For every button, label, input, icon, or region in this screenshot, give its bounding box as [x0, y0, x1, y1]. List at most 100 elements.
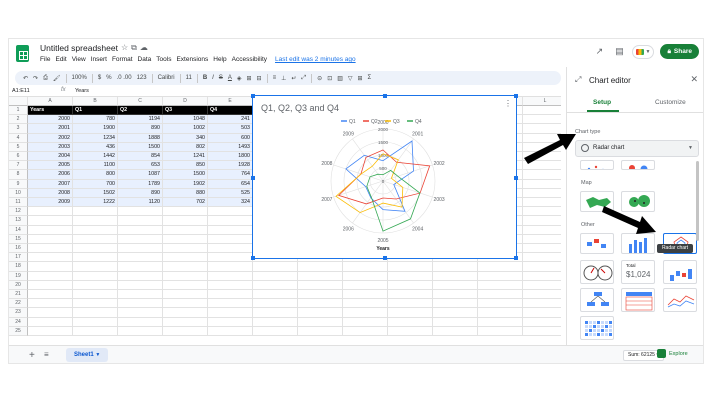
merge-icon[interactable]: ⊟: [257, 75, 262, 82]
empty-cell[interactable]: [118, 262, 163, 272]
empty-cell[interactable]: [388, 308, 433, 318]
empty-cell[interactable]: [28, 308, 73, 318]
empty-cell[interactable]: [28, 244, 73, 254]
table-cell[interactable]: 1928: [208, 161, 253, 171]
empty-cell[interactable]: [163, 271, 208, 281]
empty-cell[interactable]: [433, 317, 478, 327]
empty-cell[interactable]: [523, 106, 561, 116]
empty-cell[interactable]: [433, 299, 478, 309]
empty-cell[interactable]: [523, 170, 561, 180]
empty-cell[interactable]: [388, 271, 433, 281]
empty-cell[interactable]: [208, 290, 253, 300]
empty-cell[interactable]: [253, 317, 298, 327]
table-cell[interactable]: 1087: [118, 170, 163, 180]
empty-cell[interactable]: [118, 216, 163, 226]
empty-cell[interactable]: [478, 308, 523, 318]
close-icon[interactable]: ✕: [690, 74, 698, 85]
table-cell[interactable]: 2001: [28, 124, 73, 134]
table-cell[interactable]: 1789: [118, 179, 163, 189]
formula-input[interactable]: Years: [75, 88, 89, 94]
empty-cell[interactable]: [73, 225, 118, 235]
table-cell[interactable]: 890: [118, 188, 163, 198]
empty-cell[interactable]: [433, 290, 478, 300]
text-color-icon[interactable]: A: [228, 75, 232, 81]
empty-cell[interactable]: [28, 326, 73, 336]
column-header[interactable]: C: [118, 97, 163, 106]
empty-cell[interactable]: [28, 253, 73, 263]
table-cell[interactable]: 653: [118, 161, 163, 171]
resize-handle[interactable]: [514, 94, 518, 98]
chart-thumb-waterfall[interactable]: [663, 260, 697, 284]
empty-cell[interactable]: [298, 290, 343, 300]
empty-cell[interactable]: [388, 299, 433, 309]
font-size-select[interactable]: 11: [186, 75, 192, 81]
table-cell[interactable]: 1500: [163, 170, 208, 180]
row-header[interactable]: 8: [9, 170, 28, 180]
empty-cell[interactable]: [253, 262, 298, 272]
filter-icon[interactable]: ▽: [348, 75, 353, 82]
empty-cell[interactable]: [478, 262, 523, 272]
decimal-buttons[interactable]: .0 .00: [117, 75, 132, 81]
table-cell[interactable]: 503: [208, 124, 253, 134]
sheets-logo-icon[interactable]: [16, 45, 29, 62]
menu-help[interactable]: Help: [213, 56, 226, 63]
empty-cell[interactable]: [253, 290, 298, 300]
column-header[interactable]: E: [208, 97, 253, 106]
table-cell[interactable]: 1100: [73, 161, 118, 171]
menu-file[interactable]: File: [40, 56, 50, 63]
move-icon[interactable]: ⧉: [131, 43, 140, 52]
empty-cell[interactable]: [523, 115, 561, 125]
empty-cell[interactable]: [118, 290, 163, 300]
menu-format[interactable]: Format: [112, 56, 133, 63]
comment-icon[interactable]: ⊡: [327, 75, 332, 82]
row-header[interactable]: 21: [9, 290, 28, 300]
print-icon[interactable]: ⎙: [43, 75, 48, 82]
row-header[interactable]: 16: [9, 244, 28, 254]
paint-format-icon[interactable]: 🖌︎: [53, 75, 61, 82]
column-header[interactable]: A: [28, 97, 73, 106]
chart-thumb-bubble[interactable]: [621, 160, 655, 170]
views-icon[interactable]: ⊞: [358, 75, 363, 82]
row-header[interactable]: 18: [9, 262, 28, 272]
empty-cell[interactable]: [118, 271, 163, 281]
share-button[interactable]: 🔒︎ Share: [660, 44, 699, 59]
table-cell[interactable]: 1048: [163, 115, 208, 125]
row-header[interactable]: 6: [9, 152, 28, 162]
add-sheet-icon[interactable]: +: [29, 350, 35, 361]
table-cell[interactable]: 2006: [28, 170, 73, 180]
strikethrough-icon[interactable]: S: [219, 75, 223, 81]
chart-thumb-table[interactable]: [621, 288, 655, 312]
table-cell[interactable]: 324: [208, 198, 253, 208]
empty-cell[interactable]: [433, 280, 478, 290]
table-cell[interactable]: 2004: [28, 152, 73, 162]
empty-cell[interactable]: [73, 262, 118, 272]
empty-cell[interactable]: [208, 326, 253, 336]
row-header[interactable]: 10: [9, 188, 28, 198]
empty-cell[interactable]: [343, 299, 388, 309]
row-header[interactable]: 17: [9, 253, 28, 263]
empty-cell[interactable]: [28, 317, 73, 327]
chart-thumb-scorecard[interactable]: Total $1,024: [621, 260, 655, 284]
empty-cell[interactable]: [73, 280, 118, 290]
empty-cell[interactable]: [208, 262, 253, 272]
table-cell[interactable]: 1500: [118, 142, 163, 152]
wrap-icon[interactable]: ↵: [291, 75, 296, 82]
empty-cell[interactable]: [28, 262, 73, 272]
empty-cell[interactable]: [478, 280, 523, 290]
italic-icon[interactable]: I: [212, 75, 214, 81]
menu-accessibility[interactable]: Accessibility: [232, 56, 267, 63]
table-cell[interactable]: 1222: [73, 198, 118, 208]
empty-cell[interactable]: [163, 290, 208, 300]
row-header[interactable]: 9: [9, 179, 28, 189]
table-cell[interactable]: 1002: [163, 124, 208, 134]
empty-cell[interactable]: [73, 216, 118, 226]
row-header[interactable]: 2: [9, 115, 28, 125]
table-cell[interactable]: 1120: [118, 198, 163, 208]
table-cell[interactable]: 2008: [28, 188, 73, 198]
empty-cell[interactable]: [118, 299, 163, 309]
table-header-cell[interactable]: Q1: [73, 106, 118, 116]
resize-handle[interactable]: [514, 176, 518, 180]
empty-cell[interactable]: [28, 216, 73, 226]
star-icon[interactable]: ☆: [121, 43, 131, 52]
empty-cell[interactable]: [343, 317, 388, 327]
